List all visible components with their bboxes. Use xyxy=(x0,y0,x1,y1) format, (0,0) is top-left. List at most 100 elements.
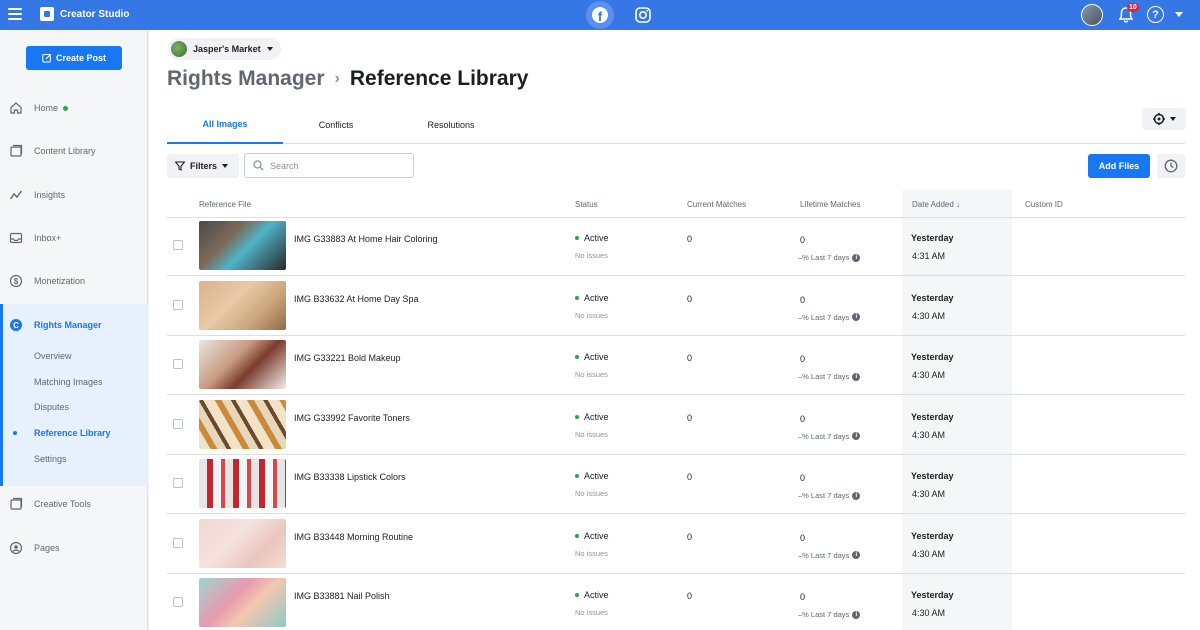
reference-file-name[interactable]: IMG G33221 Bold Makeup xyxy=(294,353,401,363)
reference-file-name[interactable]: IMG B33632 At Home Day Spa xyxy=(294,294,419,304)
column-header-date-added[interactable]: Date Added ↓ xyxy=(912,200,960,209)
sidebar-subitem-overview[interactable]: Overview xyxy=(34,351,72,361)
current-matches: 0 xyxy=(687,293,693,304)
row-checkbox[interactable] xyxy=(173,597,183,607)
sidebar-item-inbox[interactable]: Inbox+ xyxy=(0,226,148,250)
notifications-button[interactable]: 10 xyxy=(1117,3,1139,24)
row-checkbox[interactable] xyxy=(173,359,183,369)
row-checkbox[interactable] xyxy=(173,478,183,488)
sidebar-item-content-library[interactable]: Content Library xyxy=(0,139,148,163)
sidebar-subitem-settings[interactable]: Settings xyxy=(34,454,67,464)
reference-file-name[interactable]: IMG G33992 Favorite Toners xyxy=(294,413,410,423)
info-icon[interactable]: i xyxy=(852,610,861,619)
table-row[interactable]: IMG G33221 Bold Makeup Active No issues … xyxy=(167,335,1185,395)
page-selector[interactable]: Jasper's Market xyxy=(168,38,281,60)
table-row[interactable]: IMG B33448 Morning Routine Active No iss… xyxy=(167,514,1185,574)
info-icon[interactable]: i xyxy=(852,253,861,262)
date-added: Yesterday xyxy=(911,352,954,362)
sidebar-subitem-disputes[interactable]: Disputes xyxy=(34,402,69,412)
facebook-icon: f xyxy=(592,7,608,23)
reference-thumbnail xyxy=(199,280,286,330)
create-post-button[interactable]: Create Post xyxy=(26,46,122,70)
reference-file-name[interactable]: IMG G33883 At Home Hair Coloring xyxy=(294,234,438,244)
menu-icon[interactable] xyxy=(8,8,22,20)
creative-tools-icon xyxy=(9,497,23,511)
search-field[interactable] xyxy=(244,153,414,178)
info-icon[interactable]: i xyxy=(852,372,861,381)
matches-trend: –% Last 7 days i xyxy=(798,253,861,262)
row-checkbox[interactable] xyxy=(173,299,183,310)
sidebar-item-monetization[interactable]: $ Monetization xyxy=(0,269,148,293)
add-files-button[interactable]: Add Files xyxy=(1088,154,1150,178)
tab-resolutions[interactable]: Resolutions xyxy=(389,106,513,144)
instagram-platform-button[interactable] xyxy=(634,6,652,24)
facebook-platform-button[interactable]: f xyxy=(586,1,614,29)
top-bar: Creator Studio f 10 ? xyxy=(0,0,1200,30)
status-issues: No issues xyxy=(575,548,608,558)
row-checkbox[interactable] xyxy=(173,418,183,429)
table-row[interactable]: IMG G33992 Favorite Toners Active No iss… xyxy=(167,395,1185,455)
chevron-down-icon[interactable] xyxy=(1175,12,1183,17)
column-header-current-matches[interactable]: Current Matches xyxy=(687,200,746,209)
current-matches: 0 xyxy=(687,472,693,482)
column-header-custom-id[interactable]: Custom ID xyxy=(1025,200,1063,209)
table-row[interactable]: IMG B33881 Nail Polish Active No issues … xyxy=(167,573,1185,630)
status-badge: Active xyxy=(575,293,609,303)
table-row[interactable]: IMG B33632 At Home Day Spa Active No iss… xyxy=(167,276,1185,336)
help-button[interactable]: ? xyxy=(1147,6,1164,23)
sidebar-item-rights-manager[interactable]: C Rights Manager xyxy=(0,313,148,337)
trend-text: –% Last 7 days xyxy=(798,431,850,441)
sidebar-subitem-matching-images[interactable]: Matching Images xyxy=(34,377,103,387)
lifetime-matches: 0 xyxy=(800,592,806,602)
tab-conflicts[interactable]: Conflicts xyxy=(283,106,389,144)
reference-file-name[interactable]: IMG B33448 Morning Routine xyxy=(294,532,413,542)
matches-trend: –% Last 7 days i xyxy=(798,551,861,560)
active-status-dot xyxy=(575,236,579,240)
current-matches: 0 xyxy=(687,353,693,363)
sidebar-item-label: Pages xyxy=(34,543,60,553)
sidebar-item-home[interactable]: Home xyxy=(0,96,148,120)
time-added: 4:30 AM xyxy=(912,489,946,499)
date-added: Yesterday xyxy=(911,530,954,541)
filters-button[interactable]: Filters xyxy=(167,154,239,178)
settings-dropdown-button[interactable] xyxy=(1142,108,1186,130)
sidebar-item-insights[interactable]: Insights xyxy=(0,183,148,207)
inbox-icon xyxy=(9,231,23,245)
reference-thumbnail xyxy=(199,578,286,627)
info-icon[interactable]: i xyxy=(852,313,861,321)
sidebar-item-pages[interactable]: Pages xyxy=(0,536,148,560)
table-row[interactable]: IMG B33338 Lipstick Colors Active No iss… xyxy=(167,454,1185,514)
column-header-lifetime-matches[interactable]: Lifetime Matches xyxy=(800,200,860,209)
reference-file-name[interactable]: IMG B33338 Lipstick Colors xyxy=(294,472,406,482)
sidebar-subitem-reference-library[interactable]: Reference Library xyxy=(34,428,111,438)
status-text: Active xyxy=(584,233,609,243)
info-icon[interactable]: i xyxy=(852,432,861,440)
breadcrumb-parent[interactable]: Rights Manager xyxy=(167,67,325,91)
history-button[interactable] xyxy=(1157,154,1185,178)
row-checkbox[interactable] xyxy=(173,537,183,548)
info-icon[interactable]: i xyxy=(852,551,861,559)
insights-icon xyxy=(9,188,23,202)
library-icon xyxy=(9,144,23,158)
reference-file-name[interactable]: IMG B33881 Nail Polish xyxy=(294,591,390,601)
search-input[interactable] xyxy=(270,160,400,171)
status-badge: Active xyxy=(575,590,609,600)
tab-all-images[interactable]: All Images xyxy=(167,106,283,144)
app-brand[interactable]: Creator Studio xyxy=(40,7,129,21)
profile-avatar[interactable] xyxy=(1081,4,1103,26)
info-icon[interactable]: i xyxy=(852,491,861,500)
sidebar-item-creative-tools[interactable]: Creative Tools xyxy=(0,492,148,516)
row-checkbox[interactable] xyxy=(173,240,183,250)
table-header: Reference File Status Current Matches Li… xyxy=(167,190,1185,218)
column-header-status[interactable]: Status xyxy=(575,200,598,209)
trend-text: –% Last 7 days xyxy=(798,491,850,500)
svg-text:C: C xyxy=(13,321,19,330)
filters-label: Filters xyxy=(190,161,218,171)
current-matches: 0 xyxy=(687,234,693,244)
trend-text: –% Last 7 days xyxy=(798,312,850,322)
notification-badge: 10 xyxy=(1127,3,1139,12)
create-post-label: Create Post xyxy=(55,53,107,63)
column-header-reference-file[interactable]: Reference File xyxy=(199,200,251,209)
matches-trend: –% Last 7 days i xyxy=(798,431,861,441)
table-row[interactable]: IMG G33883 At Home Hair Coloring Active … xyxy=(167,216,1185,276)
